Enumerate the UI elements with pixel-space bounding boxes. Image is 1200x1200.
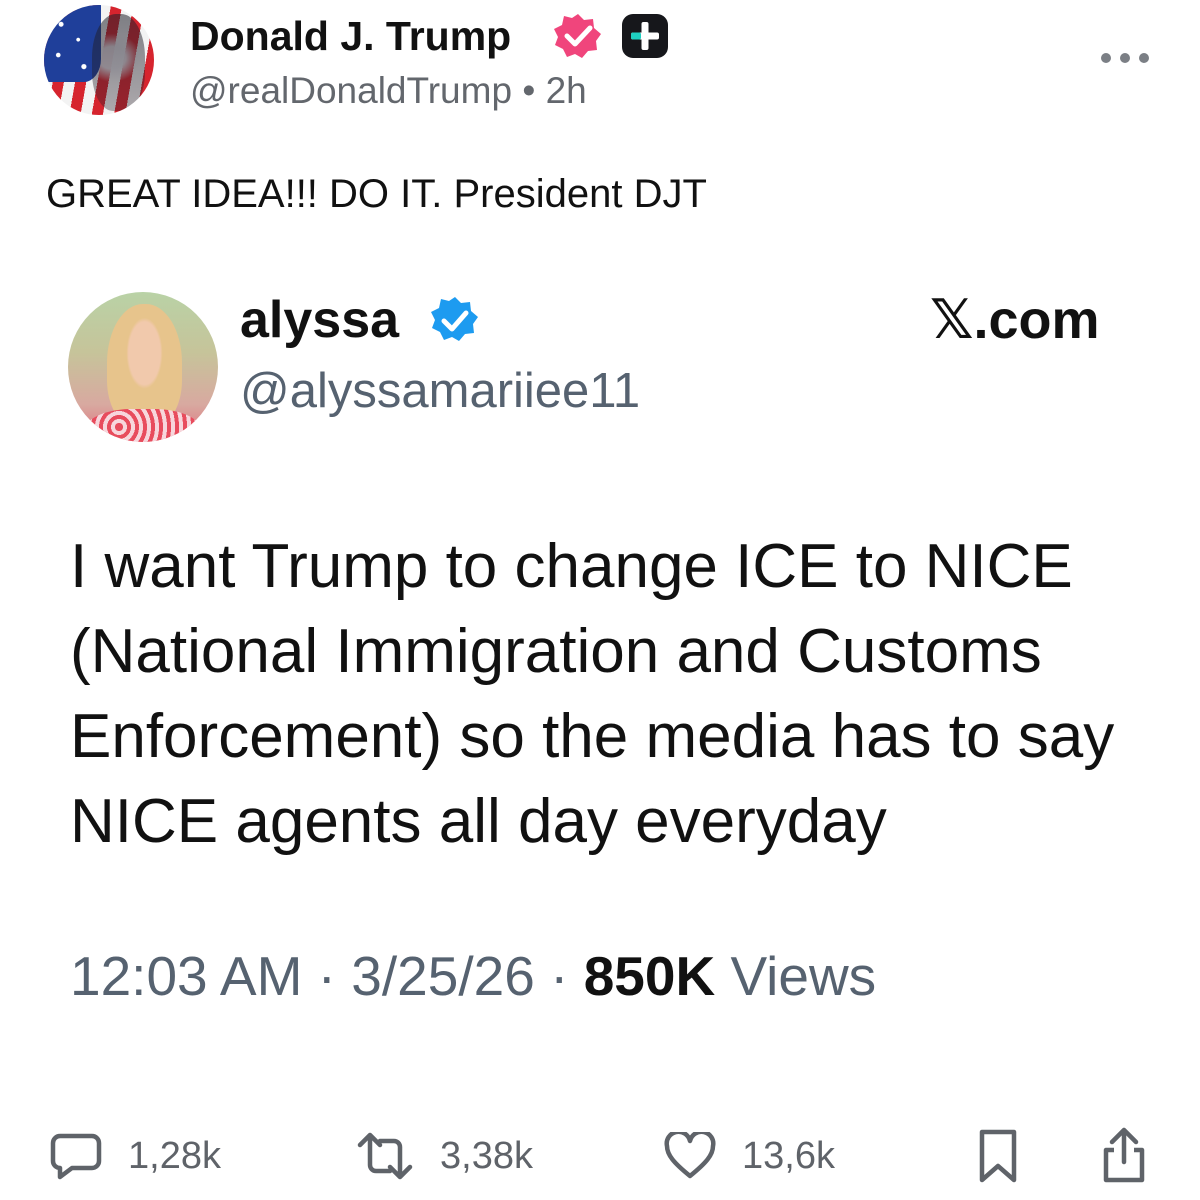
- quote-text-line: (National Immigration and Customs: [70, 617, 1042, 686]
- more-dots-icon: [1101, 53, 1149, 63]
- quote-author-name: alyssa: [240, 291, 400, 349]
- author-handle-line: @realDonaldTrump • 2h: [190, 68, 587, 114]
- reply-button[interactable]: 1,28k: [50, 1130, 221, 1182]
- quote-text-line: NICE agents all day everyday: [70, 787, 887, 856]
- avatar-portrait: [92, 13, 146, 111]
- repost-button[interactable]: 3,38k: [356, 1130, 533, 1182]
- like-count: 13,6k: [742, 1134, 835, 1177]
- separator-dot: •: [522, 70, 536, 111]
- reply-count: 1,28k: [128, 1134, 221, 1177]
- share-icon[interactable]: [1100, 1126, 1148, 1184]
- avatar-dress: [83, 409, 203, 442]
- author-handle[interactable]: @realDonaldTrump: [190, 70, 512, 111]
- quote-text-line: I want Trump to change ICE to NICE: [70, 532, 1073, 601]
- verified-badge-icon: [554, 14, 601, 58]
- meta-dot: ·: [550, 945, 569, 1007]
- post-text: GREAT IDEA!!! DO IT. President DJT: [46, 172, 707, 216]
- more-horizontal-icon[interactable]: [1098, 42, 1152, 72]
- repost-count: 3,38k: [440, 1134, 533, 1177]
- author-avatar[interactable]: [44, 5, 154, 115]
- verified-badge-icon: [431, 297, 478, 341]
- views-count: 850K: [583, 945, 716, 1007]
- plus-icon: [631, 22, 659, 50]
- quote-author-handle: @alyssamariiee11: [240, 364, 641, 418]
- like-button[interactable]: 13,6k: [664, 1130, 835, 1182]
- quote-text: I want Trump to change ICE to NICE (Nati…: [70, 524, 1150, 864]
- x-brand-label: 𝕏.com: [930, 288, 1100, 351]
- quote-date: 3/25/26: [351, 945, 535, 1007]
- author-name[interactable]: Donald J. Trump: [190, 12, 511, 60]
- bookmark-icon[interactable]: [976, 1128, 1020, 1184]
- x-logo-icon: 𝕏: [930, 288, 974, 351]
- views-label: Views: [730, 945, 877, 1007]
- quote-text-line: Enforcement) so the media has to say: [70, 702, 1115, 771]
- quote-time: 12:03 AM: [70, 945, 303, 1007]
- quote-meta: 12:03 AM · 3/25/26 · 850K Views: [70, 944, 876, 1008]
- subscription-plus-icon: [622, 14, 668, 58]
- repost-icon: [357, 1132, 413, 1180]
- post-time[interactable]: 2h: [546, 70, 587, 111]
- meta-dot: ·: [317, 945, 336, 1007]
- reply-icon: [50, 1133, 102, 1180]
- quote-author-avatar: [68, 292, 218, 442]
- heart-icon: [664, 1132, 716, 1179]
- x-brand-suffix: .com: [973, 290, 1100, 350]
